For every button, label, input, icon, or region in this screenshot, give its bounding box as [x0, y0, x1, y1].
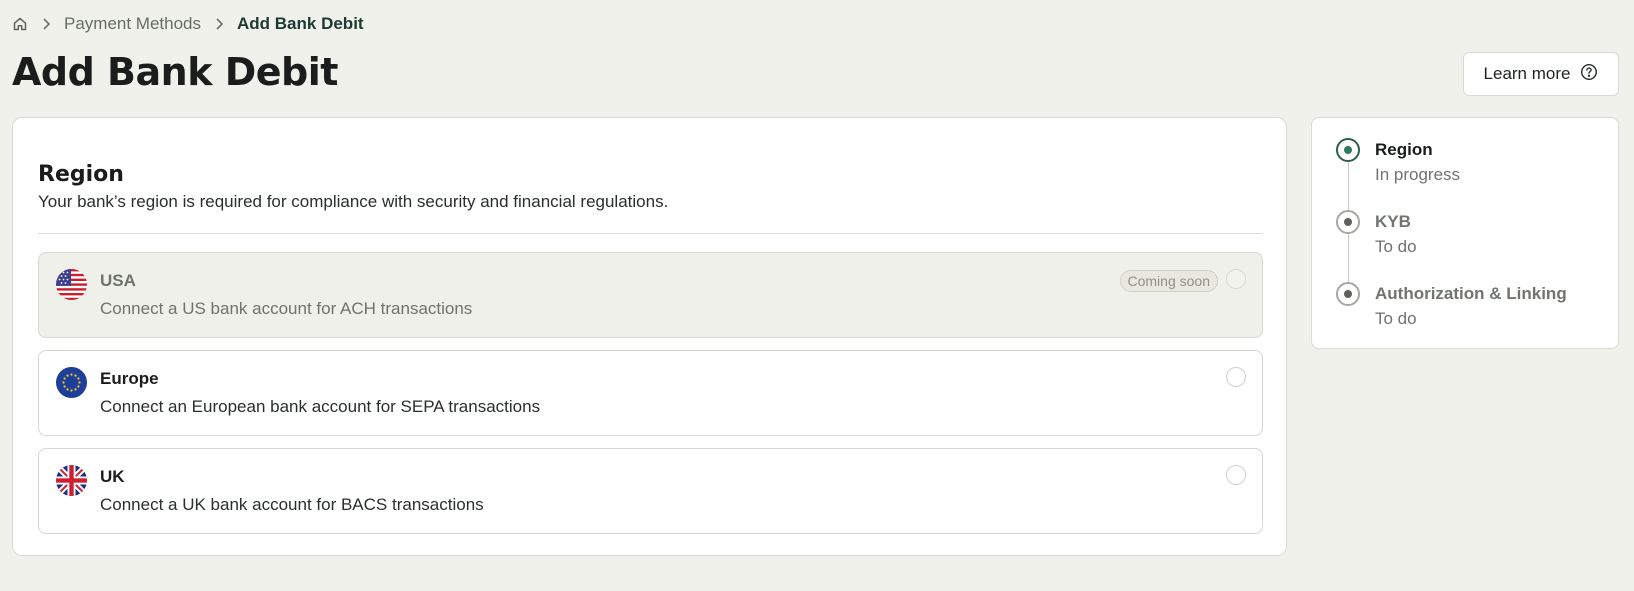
- chevron-right-icon: [201, 17, 237, 31]
- step-status: To do: [1375, 309, 1417, 328]
- step-indicator-icon: [1336, 138, 1360, 162]
- breadcrumb-payment-methods[interactable]: Payment Methods: [64, 14, 201, 34]
- page: Payment Methods Add Bank Debit Add Bank …: [0, 0, 1634, 591]
- region-option-uk[interactable]: UK Connect a UK bank account for BACS tr…: [38, 448, 1263, 534]
- region-title: Region: [38, 162, 124, 187]
- region-option-europe[interactable]: Europe Connect an European bank account …: [38, 350, 1263, 436]
- step-label: KYB: [1375, 212, 1411, 231]
- region-option-title: UK: [100, 467, 125, 486]
- coming-soon-badge: Coming soon: [1119, 270, 1218, 292]
- page-title: Add Bank Debit: [12, 50, 338, 94]
- chevron-right-icon: [28, 17, 64, 31]
- usa-flag-icon: [56, 269, 87, 300]
- help-circle-icon: [1580, 63, 1598, 86]
- region-radio-europe[interactable]: [1226, 367, 1246, 387]
- eu-flag-icon: [56, 367, 87, 398]
- step-indicator-icon: [1336, 282, 1360, 306]
- region-card: Region Your bank’s region is required fo…: [12, 117, 1287, 556]
- breadcrumb-add-bank-debit: Add Bank Debit: [237, 14, 364, 33]
- step-label: Authorization & Linking: [1375, 284, 1567, 303]
- step-label: Region: [1375, 140, 1433, 159]
- breadcrumb: Payment Methods Add Bank Debit: [12, 13, 364, 35]
- region-option-description: Connect a US bank account for ACH transa…: [100, 299, 473, 318]
- step-status: In progress: [1375, 165, 1461, 184]
- learn-more-button[interactable]: Learn more: [1463, 52, 1619, 96]
- learn-more-label: Learn more: [1483, 64, 1571, 83]
- divider: [38, 233, 1263, 234]
- region-description: Your bank’s region is required for compl…: [38, 192, 669, 211]
- region-option-description: Connect an European bank account for SEP…: [100, 397, 541, 416]
- uk-flag-icon: [56, 465, 87, 496]
- step-status: To do: [1375, 237, 1417, 256]
- region-radio-uk[interactable]: [1226, 465, 1246, 485]
- progress-steps: Region In progress KYB To do Authorizati…: [1311, 117, 1619, 349]
- region-option-description: Connect a UK bank account for BACS trans…: [100, 495, 484, 514]
- home-icon[interactable]: [12, 16, 28, 32]
- region-option-title: USA: [100, 271, 136, 290]
- step-indicator-icon: [1336, 210, 1360, 234]
- region-option-title: Europe: [100, 369, 159, 388]
- region-option-usa: USA Connect a US bank account for ACH tr…: [38, 252, 1263, 338]
- region-radio-usa: [1226, 269, 1246, 289]
